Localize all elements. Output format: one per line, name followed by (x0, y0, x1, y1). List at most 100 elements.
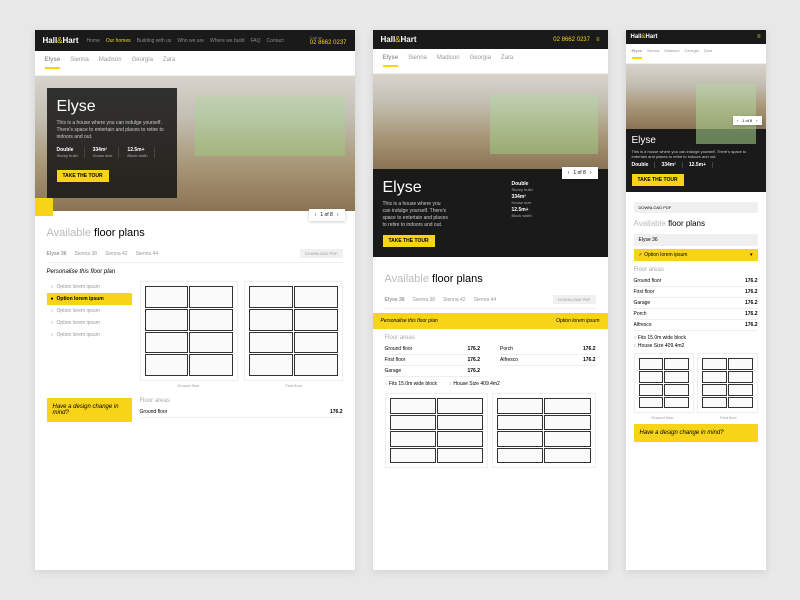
specs-checks: Fits 15.0m wide block House Size 409.4m2 (385, 381, 596, 387)
options-list: Option lorem ipsum Option lorem ipsum Op… (47, 281, 132, 388)
carousel-pager[interactable]: ‹1 of 8› (733, 116, 762, 125)
logo[interactable]: Hall&Hart (631, 34, 658, 40)
plan-label: First floor (245, 383, 343, 388)
chevron-down-icon: ▾ (750, 252, 753, 258)
design-change-cta[interactable]: Have a design change in mind? (634, 424, 758, 442)
hero: Elyse This is a house where you can indu… (35, 76, 355, 211)
floor-areas-title: Floor areas (385, 335, 596, 341)
plan-tab[interactable]: Sienna 38 (75, 251, 98, 257)
floorplan-ground[interactable] (634, 353, 695, 413)
plan-tab[interactable]: Sienna 42 (105, 251, 128, 257)
nav-item[interactable]: FAQ (251, 38, 261, 44)
floorplan-first[interactable] (492, 393, 596, 468)
tab[interactable]: Madison (99, 57, 122, 69)
hero-info: Elyse This is a house where you can indu… (373, 169, 608, 257)
next-icon[interactable]: › (590, 170, 592, 176)
specs-checks: Fits 15.0m wide block House Size 409.4m2 (634, 335, 758, 349)
tab[interactable]: Georgia (470, 55, 491, 67)
tour-button[interactable]: TAKE THE TOUR (57, 170, 109, 182)
tab[interactable]: Sienna (647, 48, 659, 59)
header: Hall&Hart 02 8662 0237 ≡ (373, 30, 608, 49)
plan-tab[interactable]: Sienna 44 (136, 251, 159, 257)
plan-tab[interactable]: Sienna 42 (443, 297, 466, 303)
download-button[interactable]: DOWNLOAD PDF (300, 249, 343, 258)
home-tabs: Elyse Sienna Madison Georgia Zara (35, 51, 355, 76)
option-item[interactable]: Option lorem ipsum (47, 281, 132, 293)
check-item: House Size 409.4m2 (449, 381, 500, 387)
logo[interactable]: Hall&Hart (381, 35, 417, 44)
tab[interactable]: Elyse (632, 48, 642, 59)
area-row: Ground floor176.2 (634, 276, 758, 287)
next-icon[interactable]: › (337, 212, 339, 218)
area-row: Garage176.2 (385, 366, 481, 377)
option-item[interactable]: Option lorem ipsum (47, 293, 132, 305)
phone-cta[interactable]: Call us02 8662 0237 (310, 35, 347, 46)
prev-icon[interactable]: ‹ (737, 118, 738, 123)
personalise-label: Personalise this floor plan (47, 269, 343, 275)
tab[interactable]: Sienna (408, 55, 427, 67)
check-item: Fits 15.0m wide block (634, 335, 758, 341)
option-item[interactable]: Option lorem ipsum (47, 305, 132, 317)
floorplan-first[interactable] (697, 353, 758, 413)
tab[interactable]: Elyse (383, 55, 399, 67)
tab[interactable]: Zara (501, 55, 513, 67)
tour-button[interactable]: TAKE THE TOUR (632, 174, 684, 186)
home-tabs: Elyse Sienna Madison Georgia Zara (373, 49, 608, 74)
plan-tab[interactable]: Elyse 36 (47, 251, 67, 257)
header: Hall&Hart ≡ (626, 30, 766, 44)
nav-item[interactable]: Home (87, 38, 100, 44)
personalise-bar[interactable]: Personalise this floor planOption lorem … (373, 313, 608, 329)
logo[interactable]: Hall&Hart (43, 36, 79, 45)
nav-item[interactable]: Building with us (137, 38, 172, 44)
nav-item[interactable]: Who we are (177, 38, 204, 44)
carousel-pager[interactable]: ‹1 of 8› (309, 209, 345, 221)
prev-icon[interactable]: ‹ (315, 212, 317, 218)
floorplan-grid (634, 353, 758, 413)
area-row: Porch176.2 (634, 309, 758, 320)
tab[interactable]: Georgia (685, 48, 699, 59)
tab[interactable]: Elyse (45, 57, 61, 69)
tab[interactable]: Georgia (132, 57, 153, 69)
menu-icon[interactable]: ≡ (757, 34, 761, 40)
floorplan-first[interactable] (244, 281, 343, 381)
plan-tab[interactable]: Elyse 36 (385, 297, 405, 303)
accent-shape (35, 198, 53, 216)
nav-item[interactable]: Our homes (106, 38, 131, 44)
next-icon[interactable]: › (756, 118, 757, 123)
desktop-view: Hall&Hart Home Our homes Building with u… (35, 30, 355, 570)
menu-icon[interactable]: ≡ (596, 37, 600, 43)
plan-tab[interactable]: Sienna 38 (413, 297, 436, 303)
option-item[interactable]: Option lorem ipsum (47, 317, 132, 329)
check-item: Fits 15.0m wide block (385, 381, 438, 387)
tab[interactable]: Madison (664, 48, 679, 59)
download-button[interactable]: DOWNLOAD PDF (553, 295, 596, 304)
plan-tab[interactable]: Sienna 44 (474, 297, 497, 303)
header: Hall&Hart Home Our homes Building with u… (35, 30, 355, 51)
prev-icon[interactable]: ‹ (568, 170, 570, 176)
hero-title: Elyse (57, 98, 167, 116)
nav-item[interactable]: Where we build (210, 38, 244, 44)
area-row: Garage176.2 (634, 298, 758, 309)
nav-item[interactable]: Contact (267, 38, 284, 44)
option-select[interactable]: ✓ Option lorem ipsum▾ (634, 249, 758, 261)
tab[interactable]: Zara (704, 48, 712, 59)
phone-cta[interactable]: 02 8662 0237 (553, 37, 590, 43)
plan-label: First floor (700, 415, 758, 420)
floorplan-ground[interactable] (385, 393, 489, 468)
main-nav: Home Our homes Building with us Who we a… (87, 38, 284, 44)
carousel-pager[interactable]: ‹1 of 8› (562, 167, 598, 179)
hero: ‹1 of 8› (373, 74, 608, 169)
content: Available floor plans Elyse 36 Sienna 38… (373, 257, 608, 478)
floorplan-ground[interactable] (140, 281, 239, 381)
tab[interactable]: Madison (437, 55, 460, 67)
plan-select[interactable]: Elyse 36 (634, 234, 758, 246)
tab[interactable]: Sienna (70, 57, 89, 69)
tab[interactable]: Zara (163, 57, 175, 69)
content: Available floor plans Elyse 36 Sienna 38… (35, 211, 355, 432)
option-item[interactable]: Option lorem ipsum (47, 329, 132, 341)
hero: ‹1 of 8› (626, 64, 766, 129)
hero-stats: DoubleStorey build 334m²House size 12.5m… (57, 147, 167, 158)
download-button[interactable]: DOWNLOAD PDF (634, 202, 758, 213)
tour-button[interactable]: TAKE THE TOUR (383, 235, 435, 247)
design-change-cta[interactable]: Have a design change in mind? (47, 398, 132, 422)
